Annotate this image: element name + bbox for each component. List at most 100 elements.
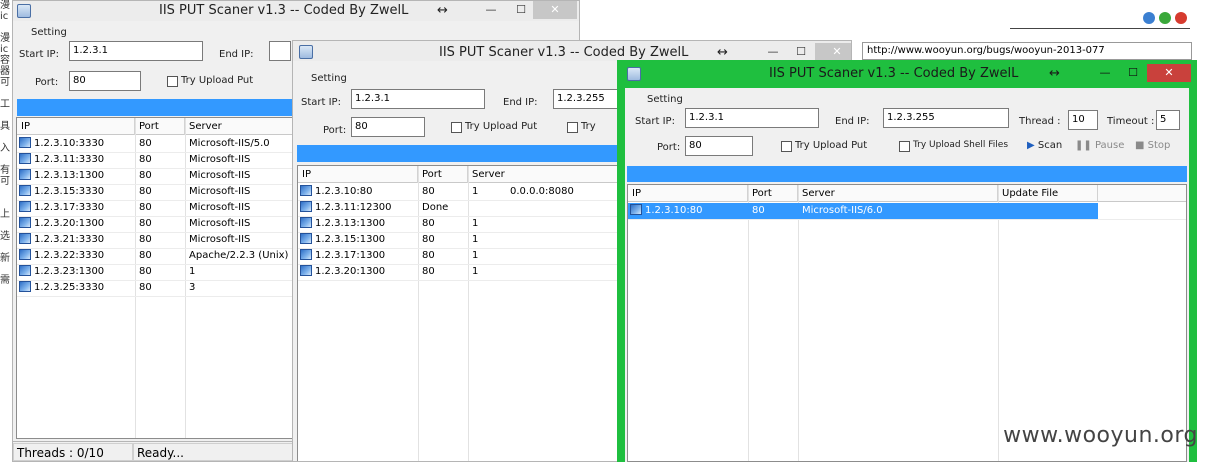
table-row[interactable]: 1.2.3.13:1300 80 Microsoft-IIS — [17, 168, 293, 184]
results-list[interactable]: IP Port Server Update File 1.2.3.10:80 80… — [627, 184, 1187, 462]
table-row[interactable]: 1.2.3.15:3330 80 Microsoft-IIS — [17, 184, 293, 200]
ip-text: 1.2.3.20:1300 — [315, 266, 386, 277]
try-shell-checkbox[interactable] — [899, 141, 910, 152]
table-row[interactable]: 1.2.3.13:1300 80 1 — [298, 216, 620, 232]
server-text: Microsoft-IIS — [189, 170, 251, 181]
port-input[interactable]: 80 — [685, 136, 753, 156]
start-ip-input[interactable]: 1.2.3.1 — [685, 108, 819, 128]
app-icon — [299, 45, 313, 59]
port-text: 80 — [422, 250, 435, 261]
scan-button[interactable]: ▶ Scan — [1027, 140, 1062, 151]
cell-server: Microsoft-IIS — [187, 152, 293, 168]
try-upload-checkbox[interactable] — [167, 76, 178, 87]
host-icon — [300, 233, 312, 244]
column-update-file[interactable]: Update File — [998, 185, 1098, 202]
try-upload-checkbox[interactable] — [781, 141, 792, 152]
host-icon — [300, 265, 312, 276]
server-text: Microsoft-IIS — [189, 154, 251, 165]
progress-bar — [17, 99, 293, 116]
cell-port: 80 — [137, 168, 183, 184]
table-row[interactable]: 1.2.3.20:1300 80 Microsoft-IIS — [17, 216, 293, 232]
column-port[interactable]: Port — [135, 118, 185, 135]
browser-address-bar[interactable]: http://www.wooyun.org/bugs/wooyun-2013-0… — [862, 42, 1192, 60]
cell-port: 80 — [420, 264, 466, 280]
host-icon — [19, 185, 31, 196]
start-ip-input[interactable]: 1.2.3.1 — [351, 89, 485, 109]
table-row[interactable]: 1.2.3.10:80 80 1 0.0.0.0:8080 — [298, 184, 620, 200]
timeout-label: Timeout : — [1107, 116, 1155, 127]
table-row[interactable]: 1.2.3.10:80 80 Microsoft-IIS/6.0 — [628, 203, 1098, 219]
port-text: 80 — [139, 138, 152, 149]
start-ip-label: Start IP: — [19, 49, 59, 60]
timeout-input[interactable]: 5 — [1156, 110, 1180, 130]
minimize-button[interactable]: — — [1091, 64, 1119, 82]
ip-text: 1.2.3.17:3330 — [34, 202, 105, 213]
end-ip-input[interactable]: 1.2.3.255 — [553, 89, 623, 109]
refresh-icon[interactable] — [1159, 12, 1171, 24]
table-row[interactable]: 1.2.3.21:3330 80 Microsoft-IIS — [17, 232, 293, 248]
column-port[interactable]: Port — [418, 166, 468, 183]
column-port[interactable]: Port — [748, 185, 798, 202]
end-ip-label: End IP: — [503, 97, 538, 108]
cell-ip: 1.2.3.17:1300 — [298, 248, 418, 264]
table-row[interactable]: 1.2.3.20:1300 80 1 — [298, 264, 620, 280]
start-ip-input[interactable]: 1.2.3.1 — [69, 41, 203, 61]
cell-port: 80 — [137, 248, 183, 264]
thread-input[interactable]: 10 — [1068, 110, 1098, 130]
title-bar[interactable]: IIS PUT Scaner v1.3 -- Coded By ZwelL ↔ … — [293, 41, 851, 61]
close-button[interactable]: ✕ — [1147, 64, 1191, 82]
column-ip[interactable]: IP — [298, 166, 418, 183]
column-server[interactable]: Server — [185, 118, 293, 135]
window-client: Setting Start IP: 1.2.3.1 End IP: 1.2.3.… — [625, 88, 1189, 462]
maximize-button[interactable]: ☐ — [507, 1, 535, 19]
port-input[interactable]: 80 — [351, 117, 425, 137]
port-text: 80 — [139, 218, 152, 229]
resize-cursor-icon: ↔ — [1049, 66, 1060, 81]
back-icon[interactable] — [1143, 12, 1155, 24]
column-server[interactable]: Server — [798, 185, 998, 202]
cell-server: Microsoft-IIS — [187, 200, 293, 216]
cell-port: 80 — [137, 136, 183, 152]
list-header: IP Port Server — [17, 118, 293, 135]
column-server[interactable]: Server — [468, 166, 620, 183]
app-icon — [17, 4, 31, 18]
try-upload-checkbox[interactable] — [451, 122, 462, 133]
end-ip-input[interactable]: 1.2.3.255 — [883, 108, 1009, 128]
cell-server: Microsoft-IIS — [187, 168, 293, 184]
maximize-button[interactable]: ☐ — [787, 43, 815, 61]
table-row[interactable]: 1.2.3.11:12300 Done — [298, 200, 620, 216]
table-row[interactable]: 1.2.3.25:3330 80 3 — [17, 280, 293, 296]
stop-icon[interactable] — [1175, 12, 1187, 24]
try-checkbox[interactable] — [567, 122, 578, 133]
scanner-window-front: IIS PUT Scaner v1.3 -- Coded By ZwelL ↔ … — [617, 60, 1197, 462]
close-button[interactable]: ✕ — [815, 43, 851, 61]
close-button[interactable]: ✕ — [533, 1, 577, 19]
column-ip[interactable]: IP — [628, 185, 748, 202]
table-row[interactable]: 1.2.3.17:1300 80 1 — [298, 248, 620, 264]
ip-text: 1.2.3.21:3330 — [34, 234, 105, 245]
ip-text: 1.2.3.11:12300 — [315, 202, 392, 213]
pause-button[interactable]: ❚❚ Pause — [1075, 140, 1124, 151]
table-row[interactable]: 1.2.3.22:3330 80 Apache/2.2.3 (Unix) — [17, 248, 293, 264]
stop-button[interactable]: ■ Stop — [1135, 140, 1170, 151]
ip-text: 1.2.3.11:3330 — [34, 154, 105, 165]
minimize-button[interactable]: — — [759, 43, 787, 61]
end-ip-input[interactable] — [269, 41, 291, 61]
port-input[interactable]: 80 — [69, 71, 141, 91]
port-text: 80 — [422, 186, 435, 197]
maximize-button[interactable]: ☐ — [1119, 64, 1147, 82]
port-text: 80 — [139, 202, 152, 213]
results-list[interactable]: IP Port Server 1.2.3.10:80 80 1 0.0.0.0:808… — [297, 165, 621, 461]
results-list[interactable]: IP Port Server 1.2.3.10:3330 80 Microsoft-… — [16, 117, 294, 439]
table-row[interactable]: 1.2.3.15:1300 80 1 — [298, 232, 620, 248]
port-text: Done — [422, 202, 449, 213]
table-row[interactable]: 1.2.3.10:3330 80 Microsoft-IIS/5.0 — [17, 136, 293, 152]
table-row[interactable]: 1.2.3.11:3330 80 Microsoft-IIS — [17, 152, 293, 168]
title-bar[interactable]: IIS PUT Scaner v1.3 -- Coded By ZwelL ↔ … — [13, 1, 579, 21]
title-bar[interactable]: IIS PUT Scaner v1.3 -- Coded By ZwelL ↔ … — [617, 60, 1197, 88]
column-ip[interactable]: IP — [17, 118, 135, 135]
table-row[interactable]: 1.2.3.23:1300 80 1 — [17, 264, 293, 280]
host-icon — [19, 265, 31, 276]
minimize-button[interactable]: — — [477, 1, 505, 19]
table-row[interactable]: 1.2.3.17:3330 80 Microsoft-IIS — [17, 200, 293, 216]
